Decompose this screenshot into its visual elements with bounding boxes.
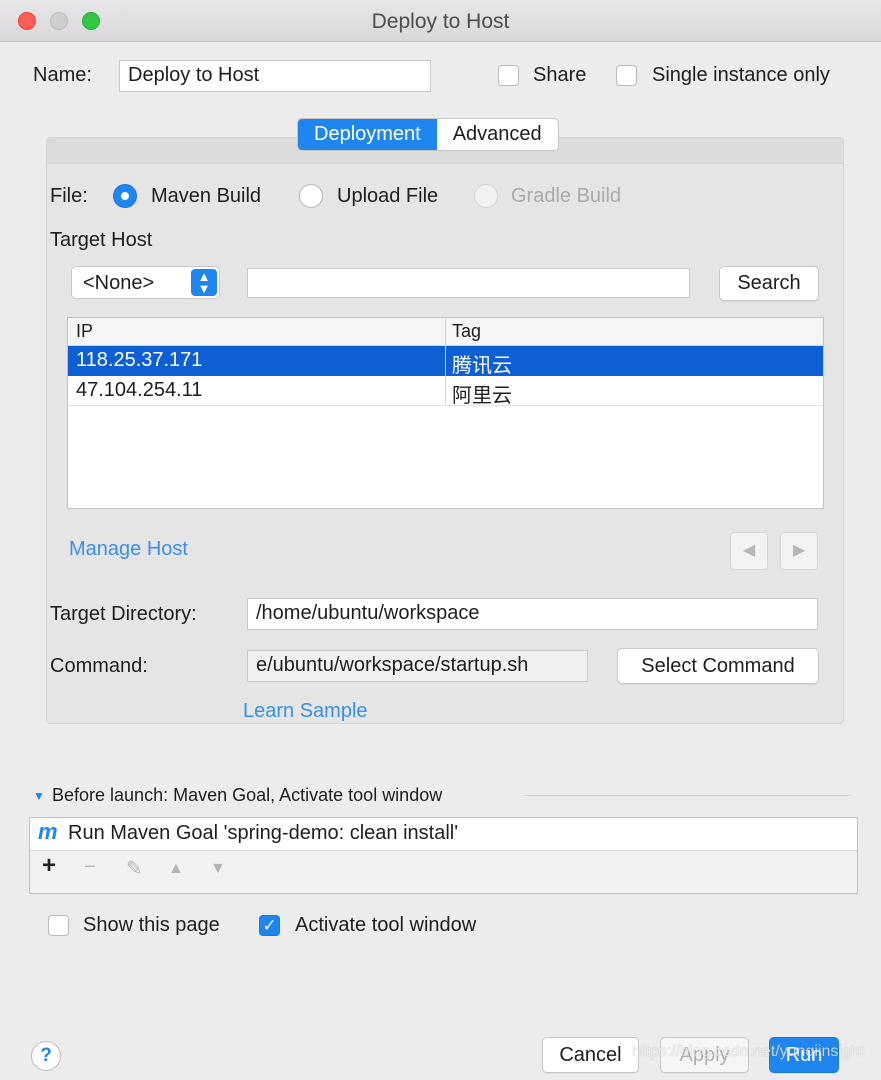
gradle-build-label: Gradle Build <box>511 185 622 207</box>
window-title: Deploy to Host <box>371 10 510 33</box>
section-divider <box>524 795 851 796</box>
previous-page-icon[interactable]: ◀ <box>730 532 768 570</box>
move-up-icon[interactable]: ▲ <box>168 860 184 878</box>
single-instance-checkbox[interactable] <box>616 65 637 86</box>
column-header-ip[interactable]: IP <box>76 321 93 342</box>
row-tag: 腾讯云 <box>452 355 512 377</box>
host-search-input[interactable] <box>247 268 690 298</box>
help-button[interactable]: ? <box>31 1041 61 1071</box>
target-directory-label: Target Directory: <box>50 603 197 625</box>
show-this-page-checkbox[interactable] <box>48 915 69 936</box>
list-item[interactable]: m Run Maven Goal 'spring-demo: clean ins… <box>30 818 857 851</box>
add-icon[interactable]: + <box>42 852 56 880</box>
share-checkbox[interactable] <box>498 65 519 86</box>
config-tabs: Deployment Advanced <box>297 118 559 151</box>
name-label: Name: <box>33 64 92 86</box>
row-tag: 阿里云 <box>452 385 512 407</box>
command-label: Command: <box>50 655 148 677</box>
before-launch-list: m Run Maven Goal 'spring-demo: clean ins… <box>29 817 858 894</box>
share-label: Share <box>533 64 587 86</box>
title-bar: Deploy to Host <box>0 0 881 42</box>
row-ip: 47.104.254.11 <box>76 379 203 401</box>
target-host-label: Target Host <box>50 229 153 251</box>
single-instance-label: Single instance only <box>652 64 830 86</box>
command-input[interactable]: e/ubuntu/workspace/startup.sh <box>247 650 588 682</box>
select-arrows-icon: ▲ ▼ <box>191 269 217 296</box>
radio-gradle-build[interactable] <box>474 184 498 208</box>
radio-maven-build[interactable] <box>113 184 137 208</box>
maven-icon: m <box>38 819 58 844</box>
file-label: File: <box>50 185 88 207</box>
activate-tool-window-label: Activate tool window <box>295 914 477 936</box>
cancel-button[interactable]: Cancel <box>542 1037 639 1073</box>
learn-sample-link[interactable]: Learn Sample <box>243 700 368 723</box>
row-ip: 118.25.37.171 <box>76 349 203 371</box>
show-this-page-label: Show this page <box>83 914 220 936</box>
run-configuration-dialog: Deploy to Host Name: Deploy to Host Shar… <box>0 0 881 1080</box>
watermark-text: https://blog.csdn.net/yunqiinsight <box>632 1043 865 1060</box>
host-table: IP Tag 118.25.37.171 腾讯云 47.104.254.11 阿… <box>67 317 824 509</box>
next-page-icon[interactable]: ▶ <box>780 532 818 570</box>
tab-advanced[interactable]: Advanced <box>437 119 558 150</box>
edit-icon[interactable]: ✎ <box>126 856 143 881</box>
name-input[interactable]: Deploy to Host <box>119 60 431 92</box>
before-launch-item-label: Run Maven Goal 'spring-demo: clean insta… <box>68 822 459 844</box>
column-divider <box>445 318 446 406</box>
remove-icon[interactable]: − <box>84 856 96 879</box>
column-header-tag[interactable]: Tag <box>452 321 481 342</box>
target-host-select-value: <None> <box>83 272 155 294</box>
before-launch-header: Before launch: Maven Goal, Activate tool… <box>52 785 443 805</box>
select-command-button[interactable]: Select Command <box>617 648 819 684</box>
tab-deployment[interactable]: Deployment <box>298 119 437 150</box>
target-directory-input[interactable]: /home/ubuntu/workspace <box>247 598 818 630</box>
upload-file-label: Upload File <box>337 185 439 207</box>
collapse-triangle-icon[interactable]: ▼ <box>33 789 45 803</box>
radio-upload-file[interactable] <box>299 184 323 208</box>
activate-tool-window-checkbox[interactable]: ✓ <box>259 915 280 936</box>
move-down-icon[interactable]: ▼ <box>210 860 226 878</box>
manage-host-link[interactable]: Manage Host <box>69 538 188 561</box>
maven-build-label: Maven Build <box>151 185 262 207</box>
target-host-select[interactable]: <None> ▲ ▼ <box>71 266 220 299</box>
search-button[interactable]: Search <box>719 266 819 301</box>
